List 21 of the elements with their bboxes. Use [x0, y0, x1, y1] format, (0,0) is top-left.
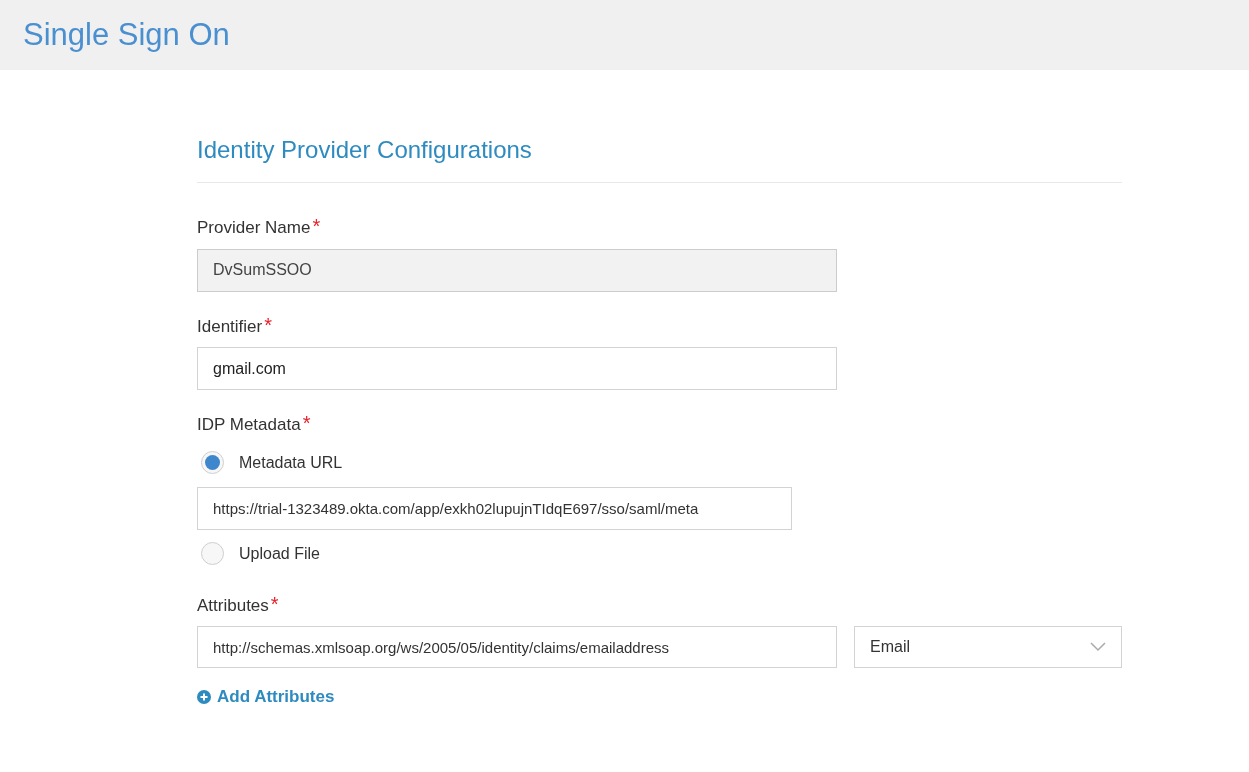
radio-button[interactable] — [201, 542, 224, 565]
radio-button[interactable] — [201, 451, 224, 474]
plus-circle-icon — [197, 689, 211, 704]
radio-label: Upload File — [239, 543, 320, 564]
required-mark: * — [302, 413, 311, 433]
radio-label: Metadata URL — [239, 452, 343, 473]
required-mark: * — [264, 314, 272, 335]
field-label: Identifier — [197, 315, 263, 338]
url-field[interactable]: https://trial-1323489.okta.com/app/exkh02lupujnTIdqE697/sso/saml/meta — [197, 486, 792, 530]
claim-field[interactable]: http://schemas.xmlsoap.org/ws/2005/05/identity/claims/emailaddress — [197, 626, 837, 668]
required-mark: * — [312, 216, 321, 236]
chevron-down-icon — [1090, 642, 1106, 652]
page-title: Single Sign On — [23, 15, 230, 54]
field-label: IDP Metadata — [197, 414, 301, 436]
mapping-dropdown[interactable]: Email — [854, 626, 1122, 668]
add-attributes-link[interactable]: Add Attributes — [197, 684, 335, 710]
field-label: Provider Name — [197, 217, 311, 239]
section-title: Identity Provider Configurations — [197, 132, 1122, 183]
field-label: Attributes — [197, 594, 269, 617]
required-mark: * — [270, 593, 279, 614]
text-field[interactable]: gmail.com — [197, 347, 837, 390]
